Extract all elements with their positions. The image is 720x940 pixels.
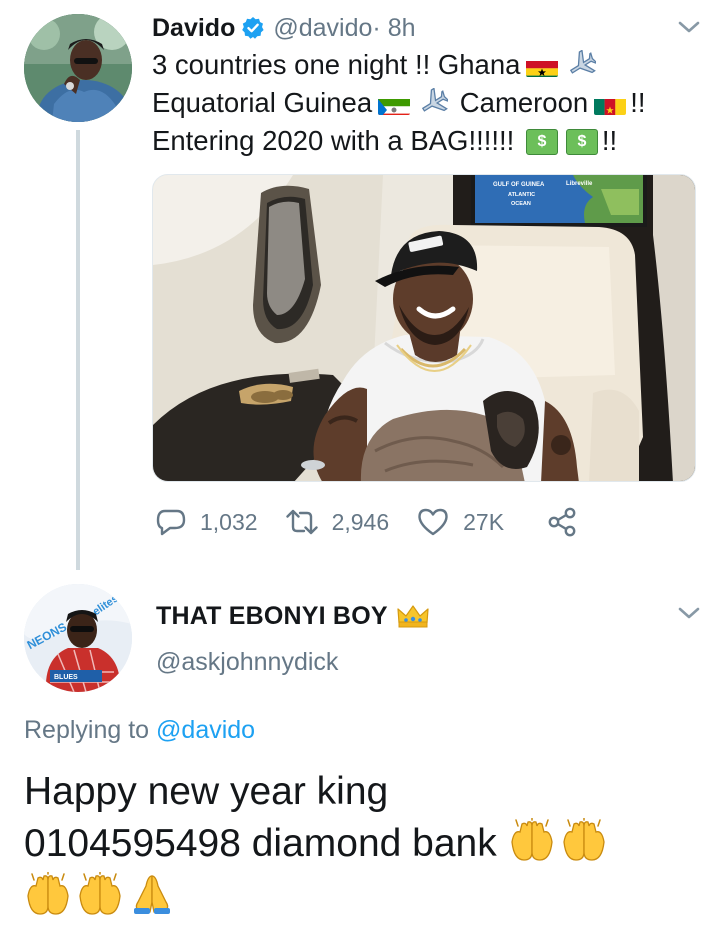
replying-to-line: Replying to @davido [24,716,255,745]
like-action[interactable]: 27K [417,507,504,537]
reply-text-line-2: 0104595498 diamond bank [24,818,704,870]
screen-text-gulf: GULF OF GUINEA [493,182,545,188]
avatar-banner-text: BLUES [54,674,78,681]
tweet-text-segment: Equatorial Guinea [152,87,373,118]
money-emoji: $ [565,129,598,155]
screen-text-city: Libreville [566,181,593,187]
reply-text-line-3 [24,872,704,924]
retweet-action[interactable]: 2,946 [285,507,390,537]
reply-action[interactable]: 1,032 [156,507,258,537]
tweet-text-segment: !! [601,125,618,156]
raising-hands-emoji [79,872,121,915]
author-handle[interactable]: @davido [273,14,372,43]
share-action[interactable] [546,507,578,537]
like-count: 27K [463,508,505,535]
tweet-timestamp[interactable]: · 8h [372,14,415,43]
replying-to-link[interactable]: @davido [156,716,255,744]
retweet-icon [285,509,318,535]
reply-count: 1,032 [200,508,258,535]
verified-badge-icon [242,17,264,39]
screen-text-ocean: OCEAN [511,201,531,207]
airplane-emoji [566,49,599,88]
reply-author-name-row: THAT EBONYI BOY [156,598,430,634]
avatar-image: NEONS elites BLUES [24,584,132,692]
reply-text-segment: 0104595498 diamond bank [24,822,497,865]
reply-icon [156,509,186,536]
replying-to-label: Replying to [24,716,157,744]
tweet-photo[interactable]: GULF OF GUINEA ATLANTIC OCEAN Libreville [152,174,696,482]
author-display-name[interactable]: Davido [152,14,235,43]
chevron-down-icon[interactable] [676,18,702,36]
screen-text-atlantic: ATLANTIC [508,192,535,198]
avatar-image [24,14,132,122]
crown-emoji [397,605,429,628]
tweet-text-segment: Cameroon [459,87,589,118]
chevron-down-icon[interactable] [676,604,702,622]
tweet-actions: 1,032 2,946 27K [156,504,606,540]
tweet-text-segment: 3 countries one night !! Ghana [152,49,521,80]
money-emoji: $ [525,129,558,155]
raising-hands-emoji [510,818,553,861]
airplane-emoji [418,87,450,126]
cameroon-flag-emoji [594,93,627,115]
heart-icon [418,508,448,536]
tweet-text-segment: Entering 2020 with a BAG!!!!!! [152,125,515,156]
reply-text-line-1: Happy new year king [24,770,389,813]
equatorial-guinea-flag-emoji [378,93,411,115]
thread-connector-line [76,130,80,570]
avatar-davido[interactable] [24,14,132,122]
raising-hands-emoji [27,872,69,915]
avatar-that-ebonyi-boy[interactable]: NEONS elites BLUES [24,584,132,692]
ghana-flag-emoji [526,55,559,77]
tweet-text-line-2: Equatorial Guinea Cameroon !! [152,84,692,126]
raising-hands-emoji [562,818,605,861]
tweet-text-line-1: 3 countries one night !! Ghana [152,46,692,88]
tweet-text-line-3: Entering 2020 with a BAG!!!!!! $ $!! [152,122,692,160]
tweet-header: Davido @davido · 8h [152,12,416,44]
share-icon [548,507,576,537]
folded-hands-emoji [134,875,170,914]
jet-interior-photo: GULF OF GUINEA ATLANTIC OCEAN Libreville [153,175,695,481]
reply-author-display-name[interactable]: THAT EBONYI BOY [156,602,388,631]
tweet-text-segment: !! [630,87,646,118]
retweet-count: 2,946 [331,508,390,535]
reply-text: Happy new year king 0104595498 diamond b… [24,766,704,924]
reply-author-handle[interactable]: @askjohnnydick [156,648,338,677]
